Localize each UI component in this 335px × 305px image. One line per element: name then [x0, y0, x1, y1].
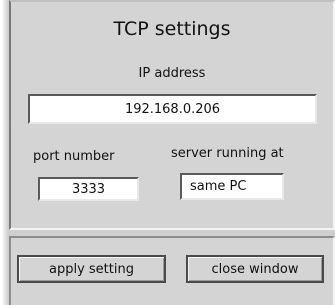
port-number-field[interactable]: 3333 [38, 177, 139, 201]
port-number-label: port number [33, 149, 115, 164]
dialog-title: TCP settings [113, 18, 231, 40]
ip-address-label: IP address [138, 66, 206, 81]
server-running-at-field[interactable]: same PC [180, 173, 284, 200]
server-running-at-label: server running at [171, 146, 284, 161]
apply-setting-button[interactable]: apply setting [17, 255, 166, 283]
tcp-settings-window: TCP settings IP address 192.168.0.206 po… [9, 0, 335, 305]
ip-address-field[interactable]: 192.168.0.206 [28, 94, 317, 124]
close-window-button[interactable]: close window [186, 255, 324, 283]
window-left-edge [0, 0, 9, 305]
